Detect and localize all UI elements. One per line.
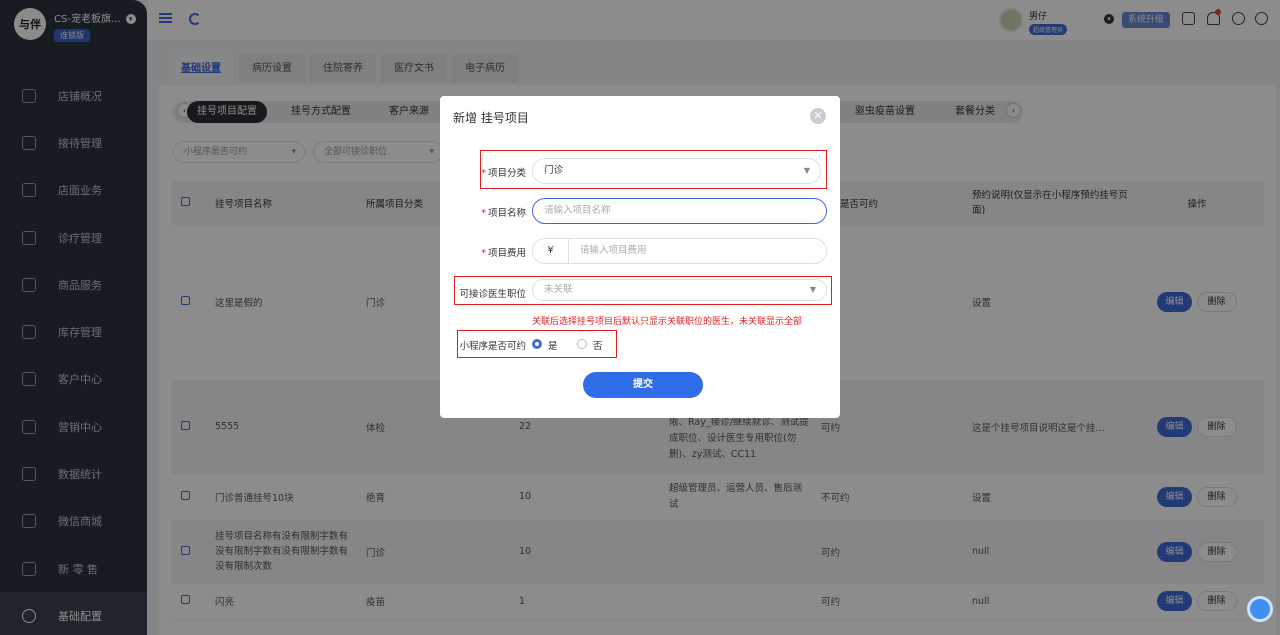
position-placeholder: 未关联	[544, 284, 573, 295]
dialog-title: 新增 挂号项目	[453, 111, 529, 125]
category-select[interactable]: 门诊 ▼	[532, 158, 821, 184]
item-fee-input[interactable]: ¥ 请输入项目费用	[532, 238, 827, 264]
radio-no-label[interactable]: 否	[593, 338, 603, 352]
name-label: * 项目名称	[481, 208, 526, 219]
position-label: 可接诊医生职位	[459, 289, 526, 300]
add-registration-item-dialog: 新增 挂号项目 ✕ * 项目分类 门诊 ▼ * 项目名称 请输入项目名称 * 项目费用…	[440, 96, 840, 418]
close-icon[interactable]: ✕	[810, 108, 826, 124]
category-label: * 项目分类	[481, 168, 526, 179]
mini-program-label: 小程序是否可约	[459, 341, 526, 352]
chevron-down-icon: ▼	[803, 166, 810, 175]
currency-prefix: ¥	[533, 239, 569, 263]
chat-support-icon[interactable]	[1247, 596, 1273, 622]
chevron-down-icon: ▼	[809, 285, 816, 294]
position-hint: 关联后选择挂号项目后默认只显示关联职位的医生，未关联显示全部	[532, 317, 803, 327]
item-name-input[interactable]: 请输入项目名称	[532, 198, 827, 224]
submit-button[interactable]: 提交	[583, 372, 703, 398]
radio-yes-label[interactable]: 是	[548, 338, 558, 352]
radio-no[interactable]	[577, 339, 587, 349]
radio-yes[interactable]	[532, 339, 542, 349]
category-value: 门诊	[544, 165, 564, 176]
fee-placeholder: 请输入项目费用	[580, 245, 647, 256]
fee-label: * 项目费用	[481, 248, 526, 259]
position-select[interactable]: 未关联 ▼	[532, 279, 827, 301]
